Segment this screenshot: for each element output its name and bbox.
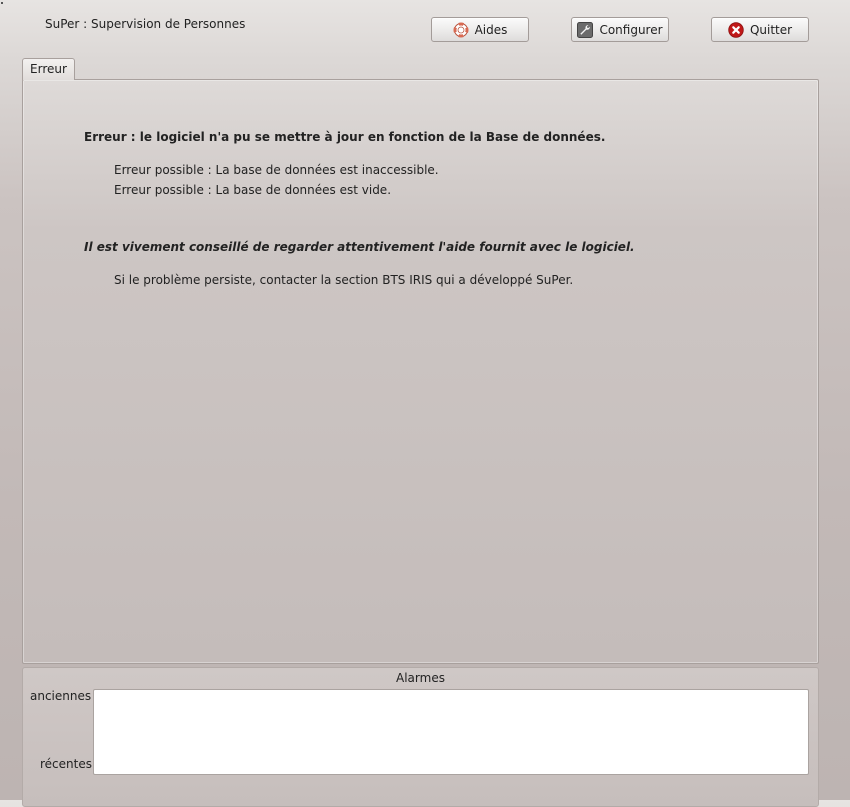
possible-error-1: Erreur possible : La base de données est… xyxy=(114,163,439,177)
aides-button[interactable]: Aides xyxy=(431,17,529,42)
configurer-button[interactable]: Configurer xyxy=(571,17,669,42)
aides-button-label: Aides xyxy=(474,22,508,37)
error-heading: Erreur : le logiciel n'a pu se mettre à … xyxy=(84,130,606,144)
window-corner-marker xyxy=(1,2,3,4)
app-title: SuPer : Supervision de Personnes xyxy=(45,17,246,31)
quitter-button-label: Quitter xyxy=(749,22,793,37)
tab-erreur[interactable]: Erreur xyxy=(22,58,75,80)
quitter-button[interactable]: Quitter xyxy=(711,17,809,42)
alarms-recent-label: récentes xyxy=(40,757,92,771)
alarms-title: Alarmes xyxy=(396,671,445,685)
advice-text: Il est vivement conseillé de regarder at… xyxy=(84,240,635,254)
alarms-group: Alarmes anciennes récentes xyxy=(22,667,819,807)
configurer-button-label: Configurer xyxy=(599,22,663,37)
wrench-icon xyxy=(577,21,594,38)
alarms-text-area[interactable] xyxy=(93,689,809,775)
alarms-old-label: anciennes xyxy=(30,689,92,703)
lifebuoy-icon xyxy=(453,22,469,38)
error-panel: Erreur : le logiciel n'a pu se mettre à … xyxy=(22,79,819,664)
contact-text: Si le problème persiste, contacter la se… xyxy=(114,273,574,287)
possible-error-2: Erreur possible : La base de données est… xyxy=(114,183,392,197)
close-circle-icon xyxy=(728,21,744,38)
